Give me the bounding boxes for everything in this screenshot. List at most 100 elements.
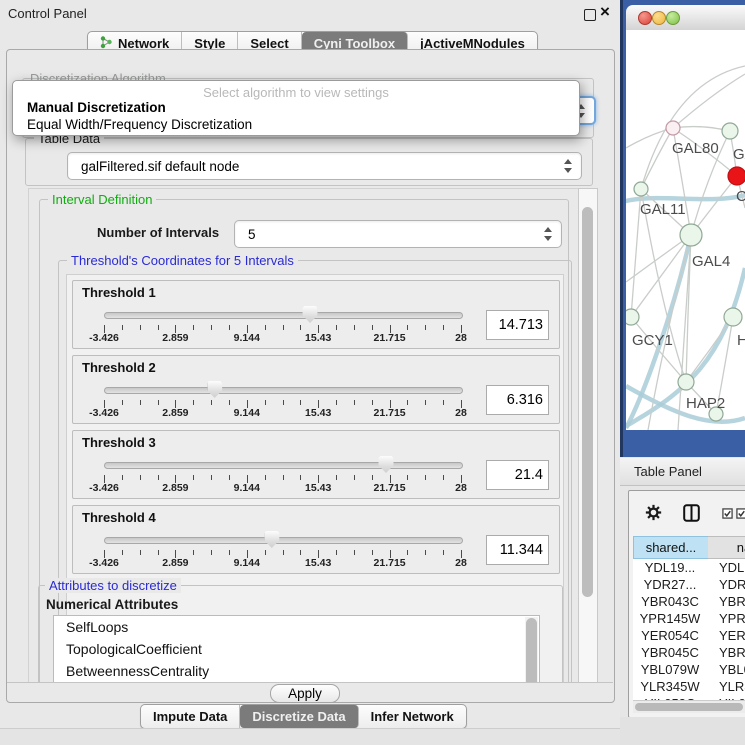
table-row[interactable]: YBL079WYBL0 — [633, 661, 745, 678]
node-gal4[interactable] — [680, 224, 702, 246]
table-data-combo[interactable]: galFiltered.sif default node — [67, 152, 582, 180]
tick-label: 15.43 — [305, 482, 331, 494]
node-label-gal80: GAL80 — [672, 140, 719, 157]
threshold-2-value-field[interactable]: 6.316 — [486, 385, 549, 415]
bottom-tab-bar: Impute Data Discretize Data Infer Networ… — [140, 704, 467, 729]
slider-thumb[interactable] — [379, 456, 394, 473]
tick-label: -3.426 — [89, 332, 119, 344]
node-gal11[interactable] — [634, 182, 648, 196]
gear-icon[interactable] — [645, 504, 662, 524]
edge — [626, 128, 673, 148]
control-panel-titlebar: Control Panel × — [0, 0, 620, 26]
number-of-intervals-combo[interactable]: 5 — [234, 220, 562, 248]
scrollbar-thumb[interactable] — [582, 207, 593, 597]
network-graph[interactable] — [626, 30, 745, 430]
tick-label: 2.859 — [162, 482, 188, 494]
control-panel: Control Panel × Network Style Select Cyn… — [0, 0, 620, 745]
node-label-gal4: GAL4 — [692, 253, 730, 270]
table-row[interactable]: YBR045CYBR0 — [633, 644, 745, 661]
slider-track[interactable] — [104, 312, 463, 319]
table-data-group: Table Data galFiltered.sif default node — [25, 138, 593, 186]
apply-separator — [7, 682, 613, 683]
threshold-label: Threshold 1 — [82, 285, 156, 300]
dropdown-hint: Select algorithm to view settings — [13, 85, 579, 100]
table-row[interactable]: YDR27...YDR2 — [633, 576, 745, 593]
panel-title: Control Panel — [8, 6, 87, 21]
vertical-scrollbar[interactable] — [578, 188, 598, 683]
table-row[interactable]: YBR043CYBR0 — [633, 593, 745, 610]
tick-label: 15.43 — [305, 332, 331, 344]
close-icon[interactable]: × — [600, 2, 610, 22]
node-hap2[interactable] — [678, 374, 694, 390]
column-header-shared-name[interactable]: shared... — [633, 536, 709, 559]
dropdown-item-manual-discretization[interactable]: Manual Discretization — [15, 100, 587, 115]
slider-track[interactable] — [104, 387, 463, 394]
list-item-topologicalcoefficient[interactable]: TopologicalCoefficient — [54, 638, 539, 660]
threshold-1-panel: Threshold 1 -3.426 2.859 9.144 15.43 21.… — [72, 280, 560, 349]
node-label-gcy1: GCY1 — [632, 332, 673, 349]
algorithm-dropdown-popup: Select algorithm to view settings Manual… — [12, 80, 580, 136]
node-label-hap2: HAP2 — [686, 395, 725, 412]
table-row[interactable]: YDL19...YDL1 — [633, 559, 745, 576]
tick-label: 9.144 — [234, 407, 260, 419]
list-item-betweennesscentrality[interactable]: BetweennessCentrality — [54, 660, 539, 682]
attributes-group-title: Attributes to discretize — [45, 578, 181, 593]
threshold-2-panel: Threshold 2 -3.426 2.859 9.144 15.43 21.… — [72, 355, 560, 424]
scrollbar-thumb[interactable] — [526, 618, 537, 683]
network-window-titlebar[interactable] — [626, 5, 745, 31]
node-top-right[interactable] — [722, 123, 738, 139]
horizontal-scrollbar[interactable] — [633, 700, 745, 713]
column-header-name[interactable]: name — [708, 536, 745, 559]
threshold-slider[interactable]: -3.426 2.859 9.144 15.43 21.715 28 — [104, 305, 461, 345]
threshold-4-panel: Threshold 4 -3.426 2.859 9.144 15.43 21.… — [72, 505, 560, 574]
traffic-light-close-icon[interactable] — [638, 11, 652, 25]
slider-track[interactable] — [104, 462, 463, 469]
threshold-label: Threshold 3 — [82, 435, 156, 450]
combo-stepper-icon — [564, 159, 573, 173]
apply-button[interactable]: Apply — [270, 684, 340, 703]
slider-thumb[interactable] — [303, 306, 318, 323]
threshold-label: Threshold 2 — [82, 360, 156, 375]
tick-label: 2.859 — [162, 332, 188, 344]
threshold-slider[interactable]: -3.426 2.859 9.144 15.43 21.715 28 — [104, 530, 461, 570]
tab-infer-network[interactable]: Infer Network — [359, 705, 466, 728]
slider-track[interactable] — [104, 537, 463, 544]
table-panel-title: Table Panel — [634, 464, 702, 479]
scrollbar-thumb[interactable] — [635, 703, 743, 711]
node-gal80[interactable] — [666, 121, 680, 135]
table-row[interactable]: YER054CYER0 — [633, 627, 745, 644]
tick-label: 9.144 — [234, 332, 260, 344]
slider-thumb[interactable] — [264, 531, 279, 548]
tick-label: 2.859 — [162, 407, 188, 419]
float-window-icon[interactable] — [584, 9, 596, 21]
split-columns-icon[interactable] — [683, 504, 700, 525]
tick-label: -3.426 — [89, 557, 119, 569]
node-label-gal11: GAL11 — [640, 201, 686, 218]
slider-thumb[interactable] — [207, 381, 222, 398]
node-gcy1[interactable] — [626, 309, 639, 325]
dropdown-item-equal-width[interactable]: Equal Width/Frequency Discretization — [15, 117, 587, 132]
network-canvas[interactable] — [626, 30, 745, 430]
threshold-slider[interactable]: -3.426 2.859 9.144 15.43 21.715 28 — [104, 455, 461, 495]
tab-impute-data[interactable]: Impute Data — [141, 705, 240, 728]
list-scrollbar[interactable] — [525, 617, 538, 683]
threshold-1-value-field[interactable]: 14.713 — [486, 310, 549, 340]
threshold-4-value-field[interactable]: 11.344 — [486, 535, 549, 565]
node-selected-red[interactable] — [728, 167, 745, 185]
traffic-light-zoom-icon[interactable] — [666, 11, 680, 25]
traffic-light-minimize-icon[interactable] — [652, 11, 666, 25]
tick-label: 9.144 — [234, 557, 260, 569]
threshold-slider[interactable]: -3.426 2.859 9.144 15.43 21.715 28 — [104, 380, 461, 420]
threshold-3-value-field[interactable]: 21.4 — [486, 460, 549, 490]
checkbox-icon[interactable] — [722, 507, 733, 522]
threshold-label: Threshold 4 — [82, 510, 156, 525]
interval-definition-title: Interval Definition — [48, 192, 156, 207]
tick-label: 21.715 — [374, 332, 406, 344]
list-item-selfloops[interactable]: SelfLoops — [54, 616, 539, 638]
node-right-mid[interactable] — [724, 308, 742, 326]
table-row[interactable]: YPR145WYPR1 — [633, 610, 745, 627]
table-row[interactable]: YLR345WYLR3 — [633, 678, 745, 695]
edge — [686, 317, 733, 382]
checkbox-icon[interactable] — [736, 507, 745, 522]
tab-discretize-data[interactable]: Discretize Data — [240, 705, 358, 728]
